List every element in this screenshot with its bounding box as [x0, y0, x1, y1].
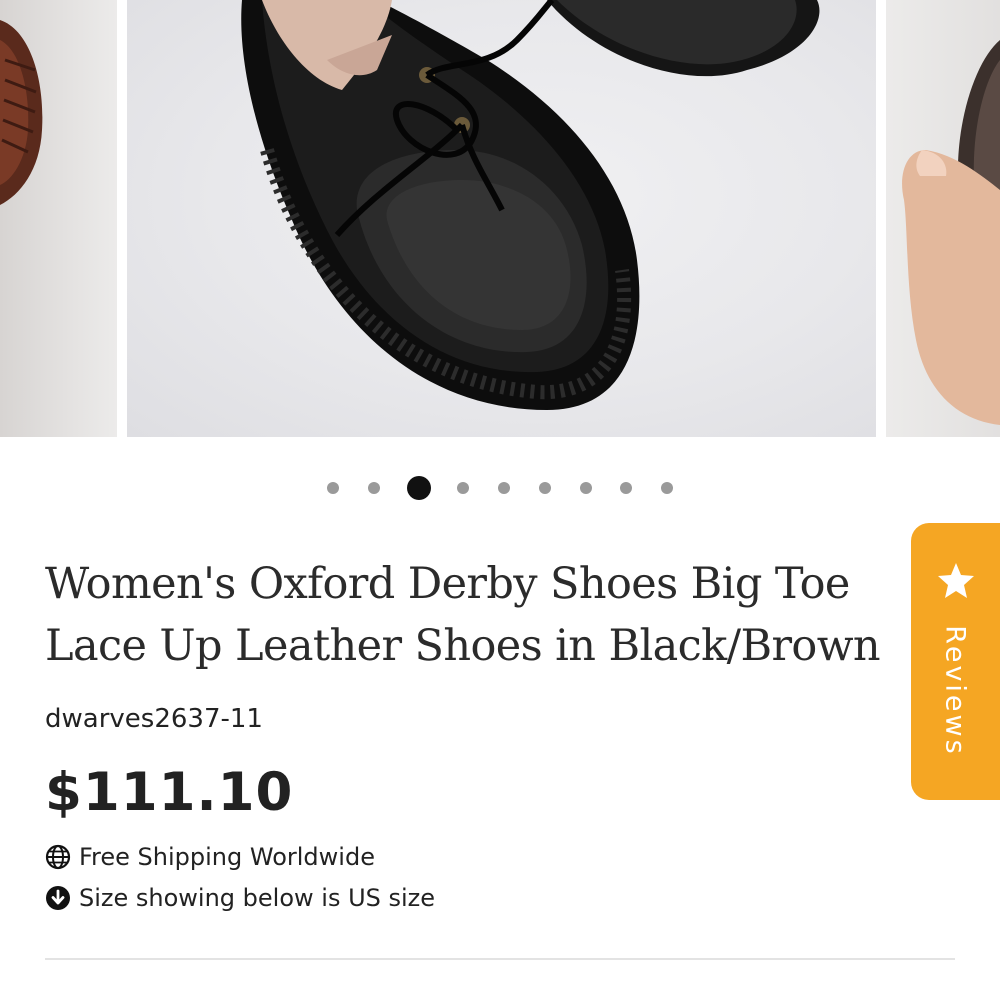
carousel-dot-1[interactable] [327, 482, 339, 494]
section-divider [45, 958, 955, 960]
carousel-dot-3-active[interactable] [407, 476, 431, 500]
carousel-dot-6[interactable] [539, 482, 551, 494]
size-text: Size showing below is US size [79, 884, 436, 912]
size-info: Size showing below is US size [45, 884, 435, 912]
carousel-dot-2[interactable] [368, 482, 380, 494]
hand-holding-shoe-partial-image [902, 40, 1000, 425]
current-product-image[interactable] [127, 0, 876, 437]
product-title: Women's Oxford Derby Shoes Big Toe Lace … [45, 559, 881, 671]
star-icon [936, 561, 976, 601]
next-product-image[interactable] [886, 0, 1000, 437]
product-price: $111.10 [45, 762, 294, 823]
shipping-info: Free Shipping Worldwide [45, 843, 375, 871]
carousel-dot-8[interactable] [620, 482, 632, 494]
reviews-tab[interactable]: Reviews [911, 523, 1000, 800]
carousel-dot-5[interactable] [498, 482, 510, 494]
globe-icon [45, 844, 71, 870]
previous-product-image[interactable] [0, 0, 117, 437]
black-oxford-shoe-image [241, 0, 820, 410]
product-sku: dwarves2637-11 [45, 704, 263, 734]
shipping-text: Free Shipping Worldwide [79, 843, 375, 871]
carousel-pagination [0, 476, 1000, 500]
product-image-carousel[interactable] [0, 0, 1000, 437]
reviews-tab-label: Reviews [939, 625, 971, 757]
carousel-dot-9[interactable] [661, 482, 673, 494]
carousel-dot-7[interactable] [580, 482, 592, 494]
carousel-dot-4[interactable] [457, 482, 469, 494]
brown-shoe-partial-image [0, 20, 43, 205]
arrow-down-circle-icon [45, 885, 71, 911]
